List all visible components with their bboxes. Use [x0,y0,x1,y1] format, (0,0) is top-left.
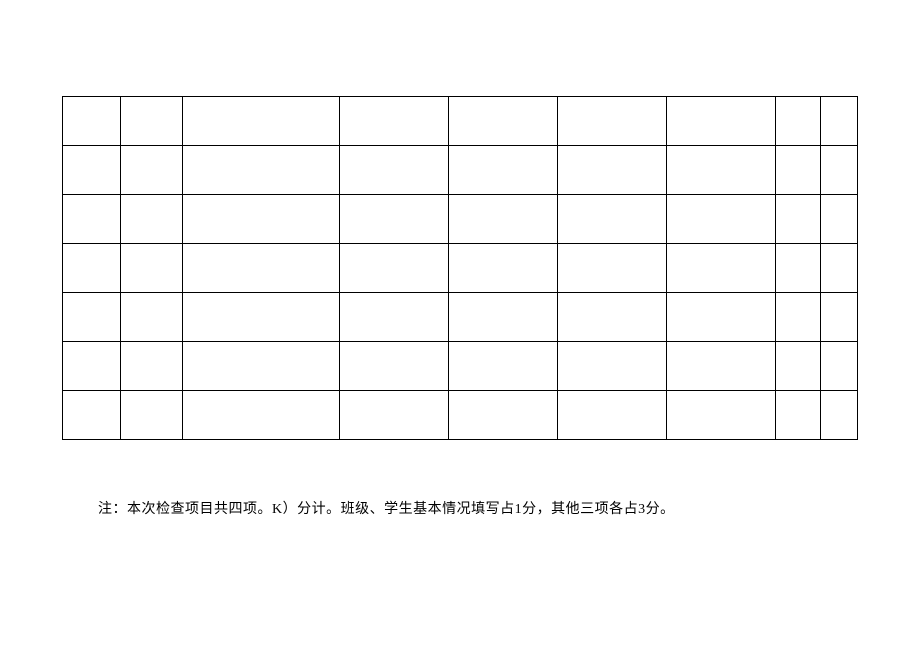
footnote-text: 注：本次检查项目共四项。K）分计。班级、学生基本情况填写占1分，其他三项各占3分… [98,498,675,518]
table-cell [120,293,182,342]
table-cell [821,146,858,195]
table-cell [182,97,339,146]
table-row [63,146,858,195]
table-cell [120,195,182,244]
table-cell [448,97,558,146]
table-cell [448,293,558,342]
table-cell [182,391,339,440]
table-cell [821,195,858,244]
table-cell [776,146,821,195]
table-cell [667,293,776,342]
table-cell [182,342,339,391]
table-cell [776,97,821,146]
table-cell [821,244,858,293]
table-row [63,97,858,146]
table-cell [667,146,776,195]
table-cell [776,342,821,391]
table-cell [63,391,121,440]
table-cell [120,342,182,391]
table-cell [667,391,776,440]
table-cell [339,342,448,391]
table-cell [182,293,339,342]
table-cell [448,342,558,391]
table-cell [667,195,776,244]
table-cell [667,244,776,293]
table-cell [63,293,121,342]
table-cell [776,195,821,244]
table-cell [448,146,558,195]
table-row [63,195,858,244]
table-cell [339,146,448,195]
table-cell [120,97,182,146]
table-cell [558,391,667,440]
inspection-table [62,96,858,440]
table-cell [63,244,121,293]
table-cell [120,146,182,195]
table-cell [448,391,558,440]
table-cell [558,97,667,146]
table-cell [821,342,858,391]
table-cell [821,293,858,342]
table-cell [339,391,448,440]
data-table [62,96,858,440]
table-cell [448,195,558,244]
table-cell [120,244,182,293]
table-cell [776,293,821,342]
table-cell [558,342,667,391]
table-cell [339,195,448,244]
table-cell [667,97,776,146]
table-cell [448,244,558,293]
table-cell [339,293,448,342]
table-cell [63,342,121,391]
table-row [63,391,858,440]
table-cell [339,97,448,146]
table-cell [558,195,667,244]
table-cell [558,244,667,293]
table-row [63,293,858,342]
table-cell [182,195,339,244]
table-row [63,342,858,391]
table-cell [120,391,182,440]
table-cell [339,244,448,293]
table-row [63,244,858,293]
table-cell [558,146,667,195]
table-cell [63,146,121,195]
table-cell [667,342,776,391]
table-cell [182,146,339,195]
table-cell [558,293,667,342]
table-cell [821,97,858,146]
table-cell [182,244,339,293]
table-cell [63,97,121,146]
table-cell [776,391,821,440]
table-cell [821,391,858,440]
table-cell [63,195,121,244]
table-cell [776,244,821,293]
